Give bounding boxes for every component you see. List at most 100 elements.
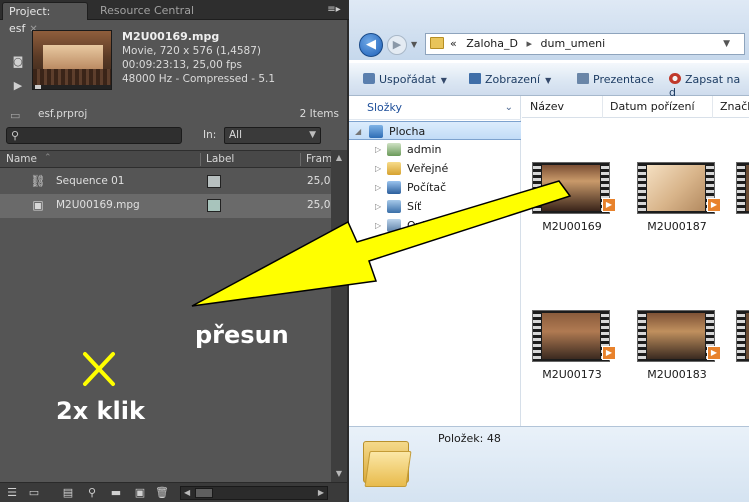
tree-item-label: Plocha bbox=[389, 125, 426, 138]
scroll-up-icon[interactable]: ▲ bbox=[333, 152, 345, 164]
tree-item-label: Síť bbox=[407, 200, 422, 213]
video-file-icon: ▶ bbox=[707, 198, 721, 212]
breadcrumb-prefix[interactable]: « bbox=[450, 37, 457, 50]
slideshow-label: Prezentace bbox=[593, 73, 654, 86]
horizontal-scrollbar[interactable]: ◀ ▶ bbox=[180, 486, 328, 500]
expand-icon[interactable]: ▷ bbox=[375, 216, 381, 235]
find-icon[interactable]: ⚲ bbox=[84, 485, 100, 500]
tree-item-computer[interactable]: ▷ Počítač bbox=[349, 178, 521, 197]
chevron-down-icon: ▼ bbox=[545, 76, 552, 85]
list-view-icon[interactable]: ☰ bbox=[4, 485, 20, 500]
item-count: Položek: 48 bbox=[438, 432, 501, 445]
poster-frame-icon[interactable]: ◙ bbox=[10, 55, 26, 69]
tree-item-label: Ovlád bbox=[407, 219, 439, 232]
search-icon: ⚲ bbox=[11, 129, 20, 142]
tree-item-admin[interactable]: ▷ admin bbox=[349, 140, 521, 159]
file-name: M2U00183 bbox=[647, 368, 707, 381]
screen: Project: esf✕ Resource Central ≡▸ ◙ ▶ M2… bbox=[0, 0, 749, 502]
file-tile[interactable] bbox=[734, 162, 749, 242]
breadcrumb-separator-icon[interactable]: ▸ bbox=[526, 37, 532, 50]
folder-icon: ▭ bbox=[10, 109, 21, 122]
video-file-icon: ▶ bbox=[602, 346, 616, 360]
views-icon bbox=[469, 73, 481, 84]
file-tile[interactable]: ▶ M2U00169 bbox=[526, 162, 618, 242]
video-thumbnail bbox=[637, 310, 715, 362]
in-filter-select[interactable]: All ▼ bbox=[224, 127, 321, 144]
automate-to-sequence-icon[interactable]: ▤ bbox=[60, 485, 76, 500]
tab-project[interactable]: Project: esf✕ bbox=[2, 2, 88, 35]
slideshow-button[interactable]: Prezentace bbox=[577, 73, 654, 86]
organize-button[interactable]: Uspořádat ▼ bbox=[363, 73, 447, 86]
recent-pages-icon[interactable]: ▼ bbox=[411, 40, 417, 49]
chevron-down-icon[interactable]: ⌄ bbox=[505, 96, 513, 120]
organize-icon bbox=[363, 73, 375, 84]
column-frame-rate[interactable]: Fram bbox=[306, 153, 332, 165]
control-panel-icon bbox=[387, 219, 401, 232]
breadcrumb-item[interactable]: Zaloha_D bbox=[466, 37, 518, 50]
tree-item-desktop[interactable]: ◢ Plocha bbox=[349, 121, 521, 140]
vertical-scrollbar[interactable]: ▲ ▼ bbox=[331, 150, 347, 482]
video-thumbnail bbox=[532, 310, 610, 362]
list-item[interactable]: ▣ M2U00169.mpg 25,0 bbox=[0, 194, 331, 218]
scroll-down-icon[interactable]: ▼ bbox=[333, 468, 345, 480]
new-item-icon[interactable]: ▣ bbox=[132, 485, 148, 500]
in-label: In: bbox=[203, 129, 217, 141]
folders-header-label: Složky bbox=[367, 101, 403, 114]
tree-item-public[interactable]: ▷ Veřejné bbox=[349, 159, 521, 178]
views-label: Zobrazení bbox=[485, 73, 541, 86]
trash-icon[interactable]: 🗑 bbox=[154, 485, 170, 500]
project-panel: Project: esf✕ Resource Central ≡▸ ◙ ▶ M2… bbox=[0, 0, 349, 502]
chevron-down-icon[interactable]: ▼ bbox=[723, 34, 730, 54]
list-item[interactable]: ⛓ Sequence 01 25,0 bbox=[0, 170, 331, 194]
breadcrumb-item[interactable]: dum_umeni bbox=[541, 37, 606, 50]
collapse-icon[interactable]: ◢ bbox=[355, 122, 361, 141]
views-button[interactable]: Zobrazení ▼ bbox=[469, 73, 551, 86]
file-tile[interactable]: ▶ M2U00183 bbox=[631, 310, 723, 390]
item-name: M2U00169.mpg bbox=[56, 199, 140, 211]
sequence-icon: ⛓ bbox=[30, 174, 46, 188]
column-name[interactable]: Name bbox=[6, 153, 37, 165]
scroll-thumb[interactable] bbox=[195, 488, 213, 498]
play-icon[interactable]: ▶ bbox=[10, 79, 26, 93]
move-annotation: přesun bbox=[195, 321, 289, 349]
sort-icon: ⌃ bbox=[44, 153, 52, 163]
expand-icon[interactable]: ▷ bbox=[375, 140, 381, 159]
computer-icon bbox=[387, 181, 401, 194]
column-tags[interactable]: Značk bbox=[720, 100, 749, 113]
item-name: Sequence 01 bbox=[56, 175, 125, 187]
tree-item-label: Veřejné bbox=[407, 162, 449, 175]
file-tile[interactable]: ▶ M2U00187 bbox=[631, 162, 723, 242]
folders-header[interactable]: Složky ⌄ bbox=[349, 96, 521, 120]
forward-button[interactable]: ▶ bbox=[387, 35, 407, 55]
user-folder-icon bbox=[387, 143, 401, 156]
expand-icon[interactable]: ▷ bbox=[375, 178, 381, 197]
video-thumbnail bbox=[637, 162, 715, 214]
thumbnail-scrubber[interactable] bbox=[33, 85, 111, 89]
preview-controls: ◙ ▶ bbox=[10, 55, 26, 103]
label-color-swatch[interactable] bbox=[207, 175, 221, 188]
search-input[interactable]: ⚲ bbox=[6, 127, 182, 144]
clip-thumbnail[interactable] bbox=[32, 30, 112, 90]
icon-view-icon[interactable]: ▭ bbox=[26, 485, 42, 500]
video-clip-icon: ▣ bbox=[32, 198, 44, 212]
column-label[interactable]: Label bbox=[206, 153, 234, 165]
back-button[interactable]: ◀ bbox=[359, 33, 383, 57]
column-date-taken[interactable]: Datum pořízení bbox=[610, 100, 695, 113]
tab-resource-central[interactable]: Resource Central bbox=[94, 2, 200, 20]
file-tile[interactable]: ▶ M2U00173 bbox=[526, 310, 618, 390]
expand-icon[interactable]: ▷ bbox=[375, 197, 381, 216]
scroll-right-icon[interactable]: ▶ bbox=[318, 487, 324, 499]
scroll-left-icon[interactable]: ◀ bbox=[184, 487, 190, 499]
panel-menu-icon[interactable]: ≡▸ bbox=[325, 3, 343, 16]
item-frame-rate: 25,0 bbox=[307, 175, 331, 187]
file-tile[interactable] bbox=[734, 310, 749, 390]
column-name[interactable]: Název bbox=[530, 100, 564, 113]
address-bar[interactable]: « Zaloha_D ▸ dum_umeni ▼ bbox=[425, 33, 745, 55]
tree-item-network[interactable]: ▷ Síť bbox=[349, 197, 521, 216]
label-color-swatch[interactable] bbox=[207, 199, 221, 212]
tree-item-label: admin bbox=[407, 143, 442, 156]
address-area: ◀ ▶ ▼ « Zaloha_D ▸ dum_umeni ▼ bbox=[349, 0, 749, 60]
expand-icon[interactable]: ▷ bbox=[375, 159, 381, 178]
new-bin-icon[interactable]: ▬ bbox=[108, 485, 124, 500]
tree-item-control-panel[interactable]: ▷ Ovlád bbox=[349, 216, 521, 235]
